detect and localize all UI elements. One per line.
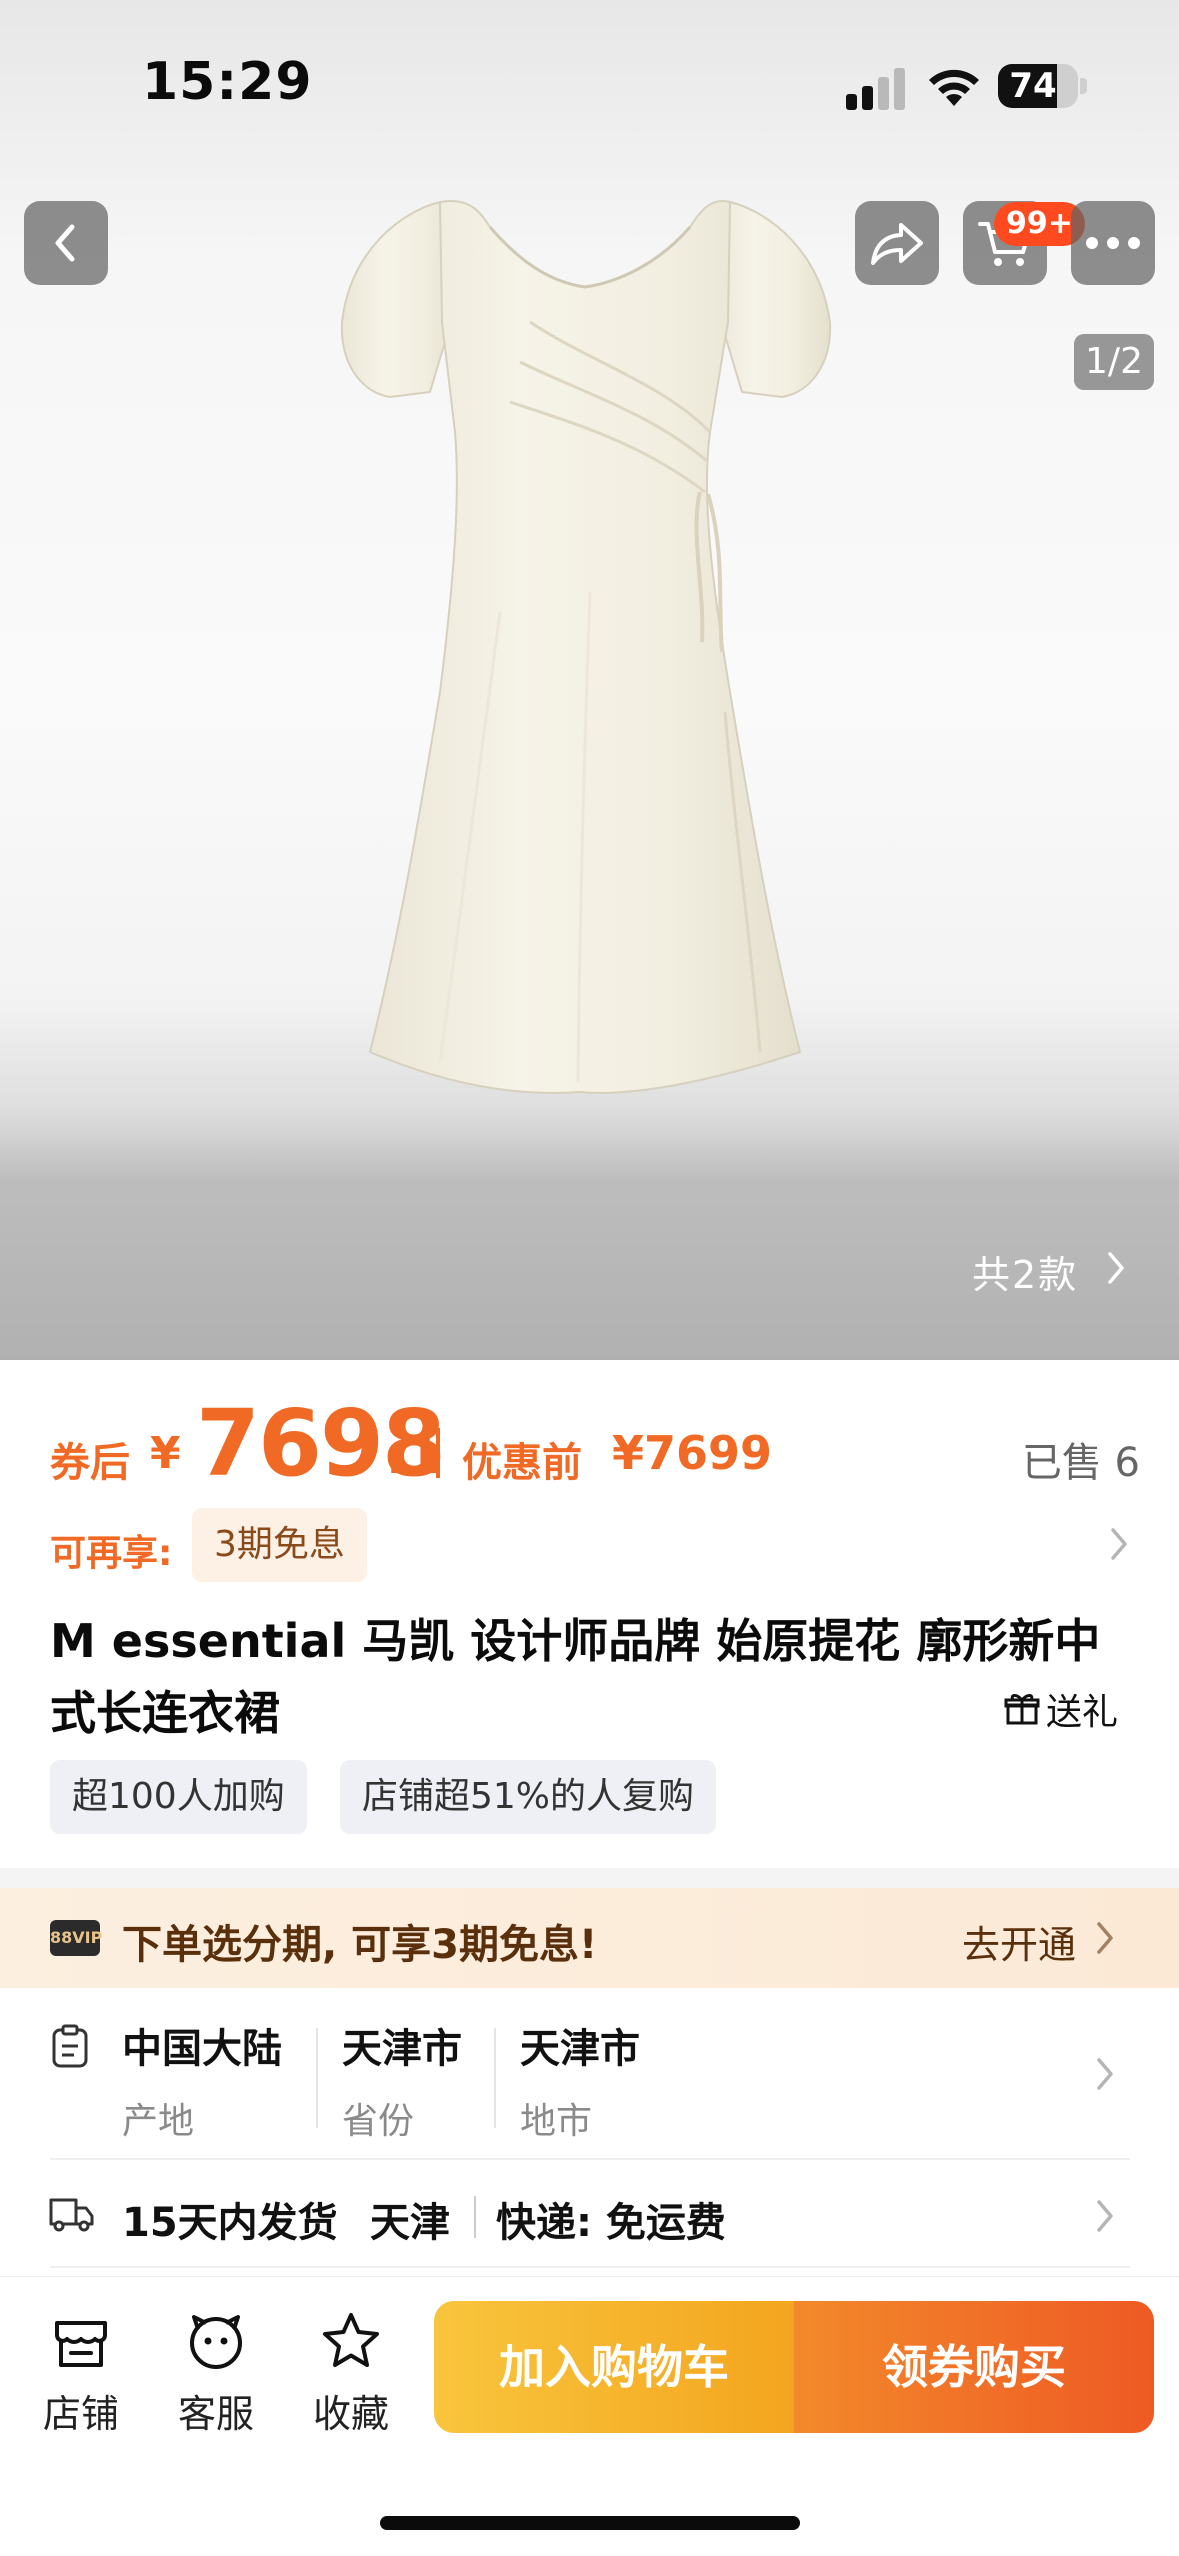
installment-row[interactable]: 可再享: 3期免息 bbox=[50, 1508, 1140, 1582]
back-button[interactable] bbox=[24, 201, 108, 285]
image-page-indicator: 1/2 bbox=[1074, 334, 1154, 390]
chevron-left-icon bbox=[55, 224, 75, 262]
star-icon bbox=[323, 2313, 379, 2367]
shipping-row[interactable]: 15天内发货 天津 快递: 免运费 bbox=[0, 2160, 1179, 2270]
document-icon bbox=[52, 2024, 88, 2068]
chevron-right-icon bbox=[1111, 1528, 1127, 1560]
cellular-signal-icon bbox=[846, 66, 908, 110]
shipping-method: 快递: 免运费 bbox=[496, 2200, 726, 2246]
add-to-cart-button[interactable]: 加入购物车 bbox=[434, 2301, 794, 2433]
customer-service-label: 客服 bbox=[177, 2392, 254, 2436]
city-value: 天津市 bbox=[520, 2026, 640, 2072]
installment-tag: 3期免息 bbox=[192, 1508, 367, 1582]
vip-promo-text: 下单选分期, 可享3期免息! bbox=[122, 1922, 598, 1968]
more-button[interactable] bbox=[1071, 201, 1155, 285]
battery-icon: 74 bbox=[998, 64, 1078, 108]
status-time: 15:29 bbox=[142, 52, 313, 112]
installment-label: 可再享: bbox=[50, 1533, 173, 1574]
origin-city: 天津市 地市 bbox=[520, 2016, 640, 2144]
price-divider bbox=[436, 1428, 440, 1478]
battery-tip bbox=[1080, 78, 1087, 94]
origin-row[interactable]: 中国大陆 产地 天津市 省份 天津市 地市 bbox=[0, 1988, 1179, 2158]
price-section: 券后 ¥ 7698 .1 优惠前 ¥7699 已售 6 bbox=[50, 1390, 1140, 1497]
vip-banner[interactable]: 88VIP 下单选分期, 可享3期免息! 去开通 bbox=[0, 1888, 1179, 1988]
price-decimal: .1 bbox=[386, 1426, 442, 1486]
origin-value: 中国大陆 bbox=[122, 2026, 282, 2072]
wifi-icon bbox=[929, 69, 979, 106]
vip-activate-link[interactable]: 去开通 bbox=[962, 1914, 1076, 1969]
share-button[interactable] bbox=[855, 201, 939, 285]
variant-count-link[interactable]: 共2款 bbox=[972, 1244, 1078, 1299]
coupon-price-label: 券后 bbox=[50, 1440, 130, 1486]
product-image[interactable] bbox=[330, 172, 850, 1112]
shipping-origin-city: 天津 bbox=[370, 2200, 450, 2246]
province-value: 天津市 bbox=[342, 2026, 462, 2072]
section-divider bbox=[0, 1868, 1179, 1888]
shipping-time: 15天内发货 bbox=[122, 2200, 338, 2246]
chevron-right-icon bbox=[1097, 1922, 1113, 1954]
store-label: 店铺 bbox=[42, 2392, 119, 2436]
home-indicator[interactable] bbox=[380, 2516, 800, 2530]
shipping-divider bbox=[474, 2196, 476, 2238]
chevron-right-icon bbox=[1097, 2200, 1113, 2232]
city-label: 地市 bbox=[520, 2101, 593, 2142]
currency-symbol: ¥ bbox=[150, 1428, 181, 1479]
column-divider bbox=[494, 2028, 496, 2128]
status-bar: 15:29 74 bbox=[0, 0, 1179, 170]
origin-country: 中国大陆 产地 bbox=[122, 2016, 282, 2144]
store-button[interactable]: 店铺 bbox=[26, 2309, 136, 2438]
origin-label: 产地 bbox=[122, 2101, 195, 2142]
delivery-truck-icon bbox=[49, 2198, 94, 2232]
share-icon bbox=[871, 223, 923, 265]
customer-service-button[interactable]: 客服 bbox=[161, 2309, 271, 2438]
chevron-right-icon bbox=[1097, 2058, 1113, 2090]
vip-badge: 88VIP bbox=[50, 1920, 102, 1956]
product-gallery[interactable]: 15:29 74 99+ 1/2 共2款 bbox=[0, 0, 1179, 1360]
favorite-label: 收藏 bbox=[312, 2392, 389, 2436]
gift-icon bbox=[1004, 1694, 1040, 1725]
more-dots-icon bbox=[1086, 237, 1140, 249]
sold-count: 已售 6 bbox=[1021, 1440, 1140, 1486]
buy-with-coupon-button[interactable]: 领券购买 bbox=[794, 2301, 1154, 2433]
row-divider bbox=[50, 2266, 1130, 2268]
favorite-button[interactable]: 收藏 bbox=[296, 2309, 406, 2438]
column-divider bbox=[316, 2028, 318, 2128]
gift-button[interactable]: 送礼 bbox=[1004, 1684, 1118, 1734]
store-icon bbox=[55, 2321, 107, 2367]
gift-label: 送礼 bbox=[1046, 1692, 1119, 1733]
original-price-label: 优惠前 bbox=[462, 1440, 582, 1486]
province-label: 省份 bbox=[342, 2101, 415, 2142]
customer-service-icon bbox=[190, 2315, 242, 2369]
chevron-right-icon bbox=[1108, 1252, 1124, 1284]
battery-level: 74 bbox=[1009, 66, 1057, 106]
origin-province: 天津市 省份 bbox=[342, 2016, 462, 2144]
repurchase-rate-tag: 店铺超51%的人复购 bbox=[340, 1760, 717, 1834]
original-price: ¥7699 bbox=[612, 1426, 773, 1480]
bottom-action-bar: 店铺 客服 收藏 加入购物车 领券购买 bbox=[0, 2276, 1179, 2556]
add-to-cart-count-tag: 超100人加购 bbox=[50, 1760, 307, 1834]
product-title: M essential 马凯 设计师品牌 始原提花 廓形新中式长连衣裙 bbox=[50, 1614, 1101, 1740]
